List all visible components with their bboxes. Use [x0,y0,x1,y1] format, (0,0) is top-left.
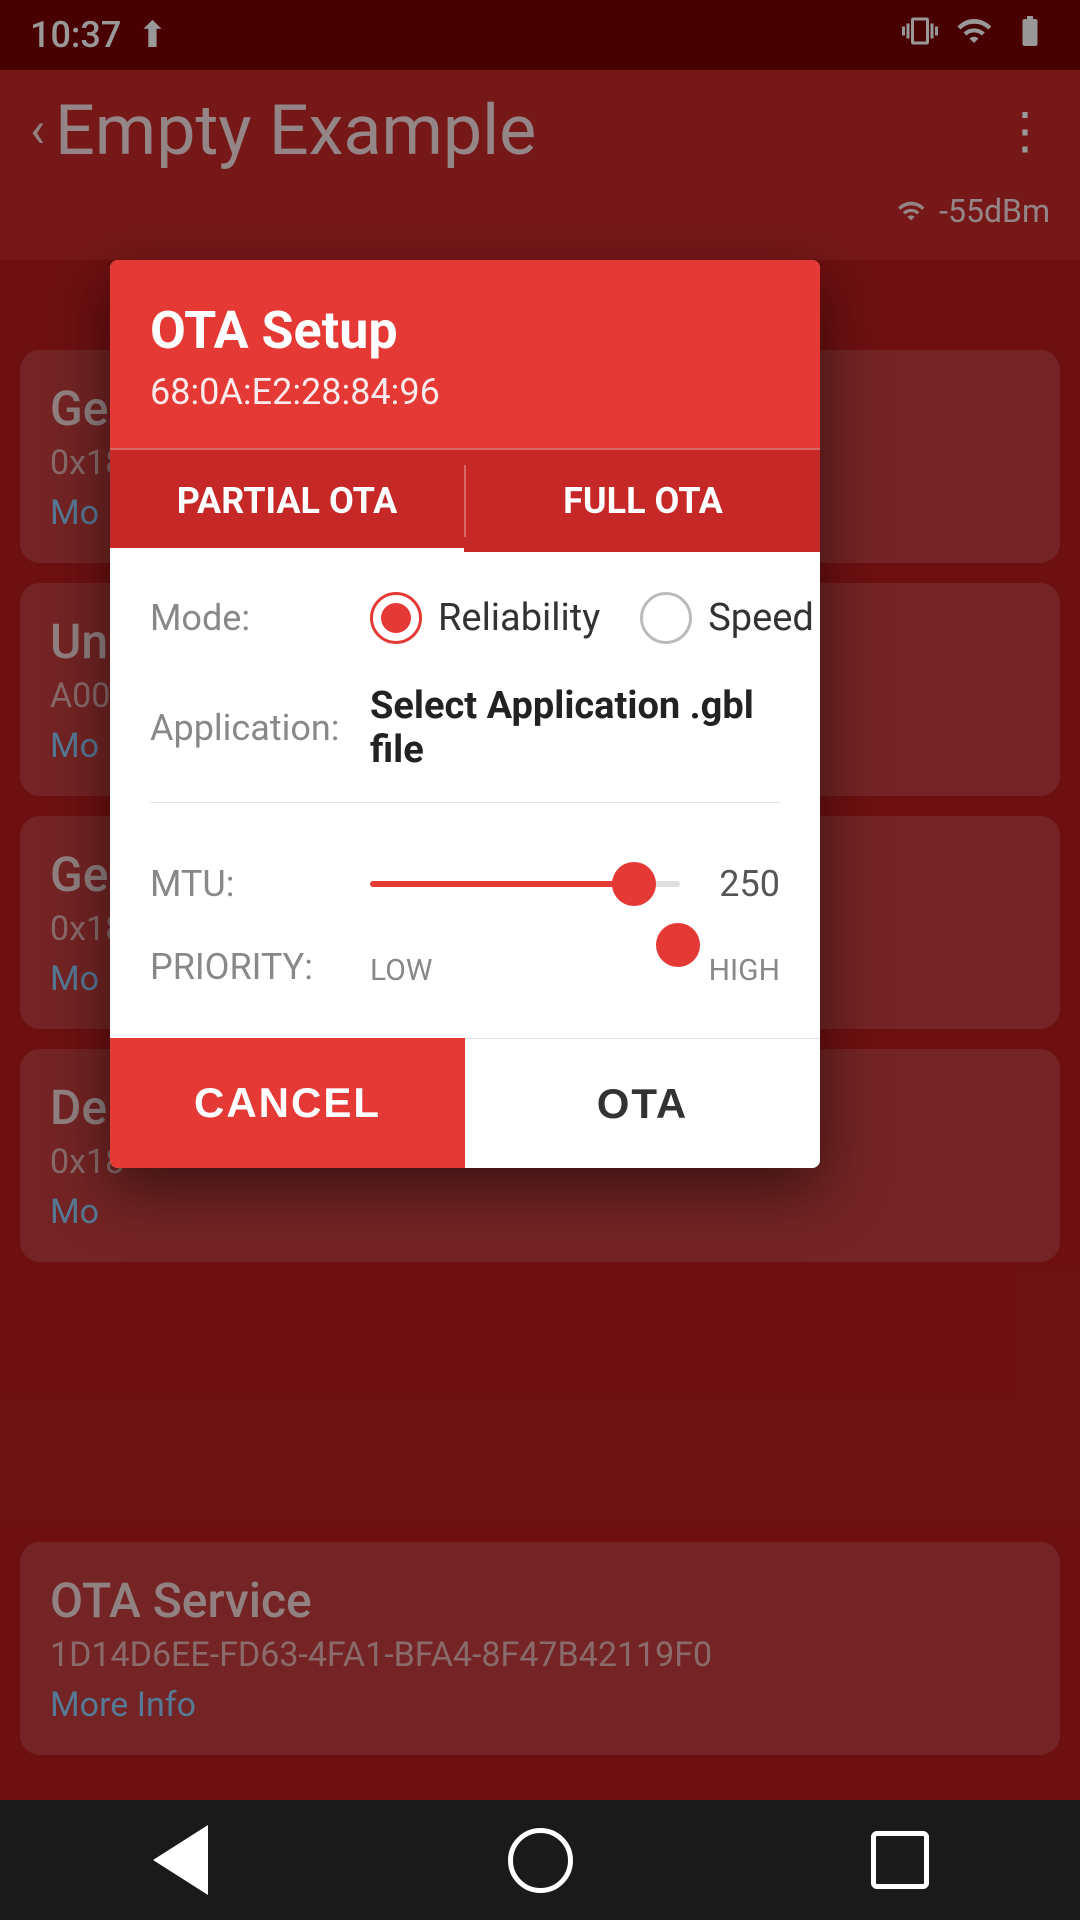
mtu-row: MTU: 250 [150,863,780,905]
dialog-subtitle: 68:0A:E2:28:84:96 [150,371,780,413]
mode-row: Mode: Reliability Speed [150,592,780,644]
mode-radio-group: Reliability Speed [370,592,814,644]
tab-partial-ota[interactable]: PARTIAL OTA [110,450,464,552]
priority-slider-thumb[interactable] [656,923,700,967]
dialog-title: OTA Setup [150,300,780,361]
priority-slider-wrapper: LOW HIGH [370,945,780,988]
dialog-tabs: PARTIAL OTA FULL OTA [110,448,820,552]
back-icon [153,1825,208,1895]
mtu-slider-track[interactable] [370,881,680,887]
speed-radio[interactable] [640,592,692,644]
dialog-buttons: CANCEL OTA [110,1038,820,1168]
ota-button[interactable]: OTA [465,1038,820,1168]
recents-icon [871,1831,929,1889]
priority-label: PRIORITY: [150,946,370,988]
priority-row: PRIORITY: LOW HIGH [150,945,780,988]
nav-home-button[interactable] [500,1820,580,1900]
mtu-value: 250 [700,863,780,905]
mode-reliability-option[interactable]: Reliability [370,592,600,644]
bottom-navigation [0,1800,1080,1920]
tab-full-ota[interactable]: FULL OTA [466,450,820,552]
application-row: Application: Select Application .gbl fil… [150,684,780,803]
priority-range-labels: LOW HIGH [370,953,780,988]
dialog-header: OTA Setup 68:0A:E2:28:84:96 [110,260,820,448]
home-icon [508,1828,573,1893]
mtu-slider-fill [370,881,634,887]
mode-label: Mode: [150,597,370,639]
priority-low-label: LOW [370,953,432,988]
application-label: Application: [150,707,370,749]
nav-recents-button[interactable] [860,1820,940,1900]
mtu-label: MTU: [150,863,370,905]
mode-speed-option[interactable]: Speed [640,592,814,644]
ota-setup-dialog: OTA Setup 68:0A:E2:28:84:96 PARTIAL OTA … [110,260,820,1168]
mtu-slider-container: 250 [370,863,780,905]
mtu-slider-thumb[interactable] [612,862,656,906]
priority-high-label: HIGH [709,953,780,988]
speed-label: Speed [708,596,814,640]
sliders-section: MTU: 250 PRIORITY: [150,833,780,988]
dialog-body: Mode: Reliability Speed Application: Sel… [110,552,820,1038]
select-application-button[interactable]: Select Application .gbl file [370,684,780,772]
reliability-radio[interactable] [370,592,422,644]
reliability-label: Reliability [438,596,600,640]
cancel-button[interactable]: CANCEL [110,1038,465,1168]
nav-back-button[interactable] [140,1820,220,1900]
